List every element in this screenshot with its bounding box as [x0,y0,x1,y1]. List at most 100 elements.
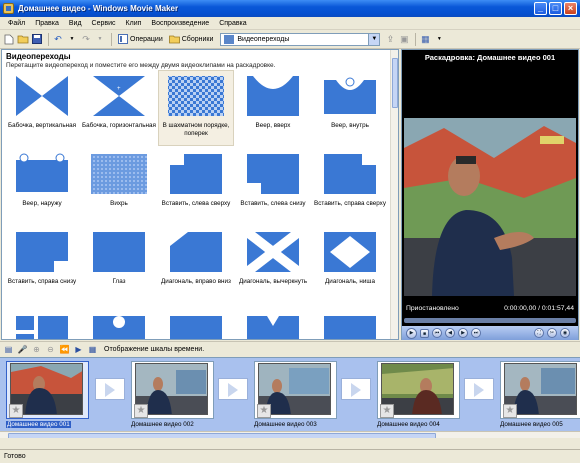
chevron-down-icon[interactable]: ▼ [368,33,380,45]
fan-up-icon [243,74,303,118]
playback-status: Приостановлено [406,305,459,312]
playback-controls: ▶ ■ ⏮ ◀ ▶ ⏭ ⛶ ✂ ◉ [402,326,578,340]
transition-slot[interactable] [95,378,125,400]
star-icon[interactable]: ★ [9,404,23,418]
transition-label: Диагональ, вправо вниз [161,278,231,285]
timeline-icon[interactable]: ▤ [3,344,14,355]
show-timeline-button[interactable]: Отображение шкалы времени. [104,346,204,353]
transition-label: Вставить, слева сверху [161,200,231,207]
snapshot-icon[interactable]: ◉ [560,328,570,338]
play-icon[interactable]: ▶ [73,344,84,355]
star-icon[interactable]: ★ [134,404,148,418]
menu-play[interactable]: Воспроизведение [146,20,214,27]
menu-view[interactable]: Вид [64,20,87,27]
operations-button[interactable]: Операции [115,34,166,44]
transition-insert-top-left[interactable]: Вставить, слева сверху [158,152,234,208]
dropdown-arrow-icon[interactable]: ▼ [66,33,78,45]
operations-icon [118,34,128,44]
rewind-icon[interactable]: ◀ [445,328,455,338]
transition-thumb-icon [166,312,226,339]
transition-slot[interactable] [341,378,371,400]
storyboard-toolbar: ▤ 🎤 ⊕ ⊖ ⏪ ▶ ▦ Отображение шкалы времени. [0,341,580,357]
collection-dropdown[interactable]: Видеопереходы ▼ [220,32,381,46]
vertical-scrollbar[interactable] [390,50,398,339]
show-timeline-icon[interactable]: ▦ [87,344,98,355]
transition-fan-in[interactable]: Веер, внутрь [312,74,388,130]
narration-icon[interactable]: 🎤 [17,344,28,355]
menu-edit[interactable]: Правка [30,20,64,27]
open-project-icon[interactable] [17,33,29,45]
clip-label: Домашнее видео 002 [131,421,194,428]
transition-thumb-icon [243,312,303,339]
transition-checkerboard[interactable]: В шахматном порядке, поперек [158,70,234,146]
transition-partial[interactable] [81,312,157,339]
menu-file[interactable]: Файл [3,20,30,27]
star-icon[interactable]: ★ [380,404,394,418]
transition-label: Бабочка, вертикальная [7,122,77,129]
transition-diagonal-box[interactable]: Диагональ, ниша [312,230,388,286]
transition-thumb-icon [12,312,72,339]
star-icon[interactable]: ★ [257,404,271,418]
star-icon[interactable]: ★ [503,404,517,418]
close-button[interactable]: × [564,2,577,15]
skip-back-icon[interactable]: ⏮ [432,328,442,338]
new-project-icon[interactable] [3,33,15,45]
transition-diagonal-down-right[interactable]: Диагональ, вправо вниз [158,230,234,286]
butterfly-horizontal-icon: + [89,74,149,118]
maximize-button[interactable]: □ [549,2,562,15]
scrollbar-thumb[interactable] [8,433,436,438]
menu-tools[interactable]: Сервис [87,20,121,27]
eye-icon [89,230,149,274]
transition-insert-bottom-left[interactable]: Вставить, слева снизу [235,152,311,208]
collections-button[interactable]: Сборники [166,34,217,44]
transition-butterfly-vertical[interactable]: Бабочка, вертикальная [4,74,80,130]
full-screen-icon[interactable]: ⛶ [534,328,544,338]
storyboard-clip[interactable]: ★ Домашнее видео 004 [373,360,463,430]
transition-partial[interactable] [4,312,80,339]
dropdown-arrow-icon[interactable]: ▼ [94,33,106,45]
redo-icon[interactable]: ↷ [80,33,92,45]
transition-diagonal-cross[interactable]: Диагональ, вычеркнуть [235,230,311,286]
dropdown-arrow-icon[interactable]: ▼ [433,33,445,45]
scrollbar-thumb[interactable] [392,58,398,108]
transition-butterfly-horizontal[interactable]: + Бабочка, горизонтальная [81,74,157,130]
transition-eye[interactable]: Глаз [81,230,157,286]
transition-label: Веер, внутрь [331,122,369,129]
transition-slot[interactable] [464,378,494,400]
up-folder-icon[interactable]: ⇪ [384,33,396,45]
seek-bar[interactable] [404,318,576,323]
storyboard-clip[interactable]: ★ Домашнее видео 001 [2,360,92,430]
transition-partial[interactable] [312,312,388,339]
storyboard-clip[interactable]: ★ Домашнее видео 003 [250,360,340,430]
menu-clip[interactable]: Клип [121,20,147,27]
storyboard-clip[interactable]: ★ Домашнее видео 002 [127,360,217,430]
zoom-out-icon[interactable]: ⊖ [45,344,56,355]
storyboard-clip[interactable]: ★ Домашнее видео 005 [496,360,580,430]
split-icon[interactable]: ✂ [547,328,557,338]
transition-partial[interactable] [235,312,311,339]
horizontal-scrollbar[interactable] [0,431,580,438]
main-toolbar: ↶ ▼ ↷ ▼ Операции Сборники Видеопереходы … [0,30,580,49]
transition-insert-top-right[interactable]: Вставить, справа сверху [312,152,388,208]
play-icon[interactable]: ▶ [406,327,417,339]
transition-slot[interactable] [218,378,248,400]
zoom-in-icon[interactable]: ⊕ [31,344,42,355]
transition-fan-out[interactable]: Веер, наружу [4,152,80,208]
transition-whirlwind[interactable]: Вихрь [81,152,157,208]
transition-insert-bottom-right[interactable]: Вставить, справа снизу [4,230,80,286]
undo-icon[interactable]: ↶ [52,33,64,45]
new-folder-icon[interactable]: ▣ [398,33,410,45]
rewind-icon[interactable]: ⏪ [59,344,70,355]
app-icon[interactable] [3,3,14,14]
preview-status-bar: Приостановлено 0:00:00,00 / 0:01:57,44 [402,305,578,316]
forward-icon[interactable]: ▶ [458,328,468,338]
skip-forward-icon[interactable]: ⏭ [471,328,481,338]
transition-partial[interactable] [158,312,234,339]
transition-fan-up[interactable]: Веер, вверх [235,74,311,130]
menu-help[interactable]: Справка [214,20,251,27]
save-project-icon[interactable] [31,33,43,45]
stop-icon[interactable]: ■ [420,328,429,338]
fan-out-icon [12,152,72,196]
views-icon[interactable]: ▦ [419,33,431,45]
minimize-button[interactable]: _ [534,2,547,15]
